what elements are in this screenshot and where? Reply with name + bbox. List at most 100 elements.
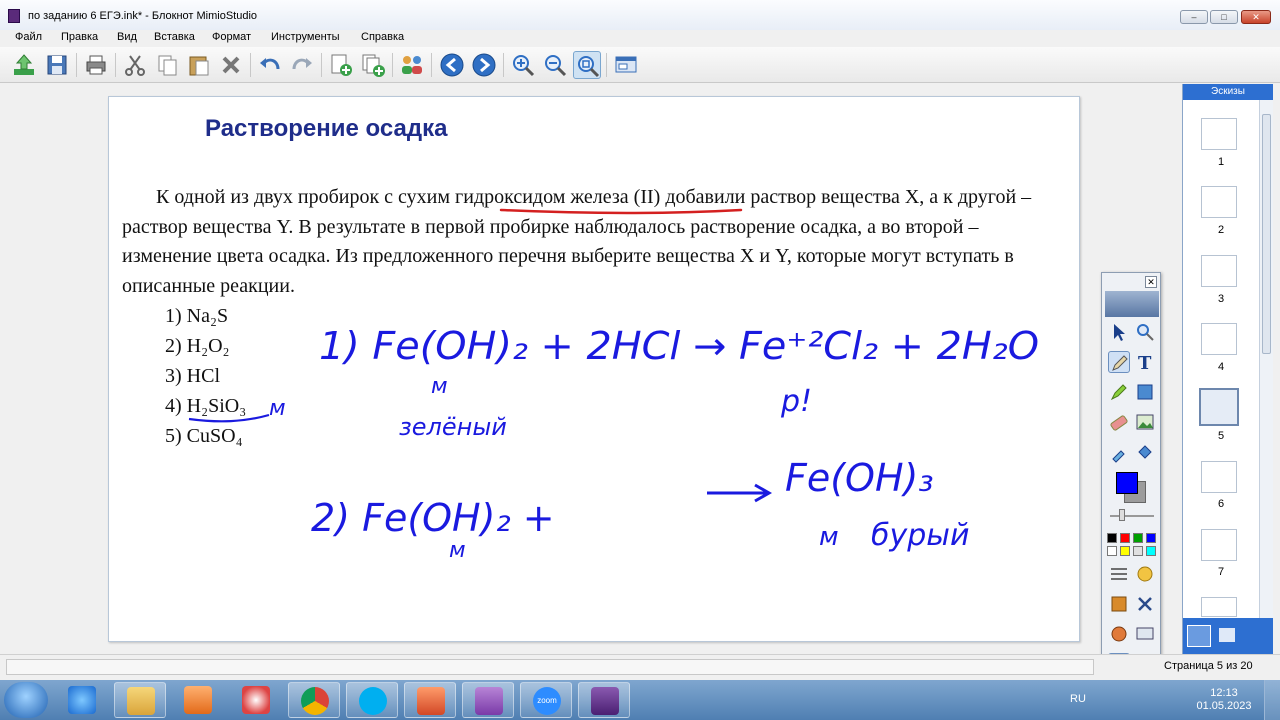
- text-icon[interactable]: T: [1134, 351, 1156, 374]
- new-page-icon[interactable]: [327, 51, 355, 79]
- image-icon[interactable]: [1134, 411, 1156, 433]
- clock[interactable]: 12:13 01.05.2023: [1196, 687, 1252, 713]
- color-yellow[interactable]: [1120, 546, 1130, 556]
- thumbnail-3[interactable]: [1201, 255, 1237, 287]
- thumbnails-footer: [1183, 618, 1273, 654]
- media-player-icon[interactable]: [172, 682, 224, 718]
- option-3: 3) HCl: [165, 365, 220, 387]
- menu-insert[interactable]: Вставка: [154, 31, 195, 43]
- onenote-icon[interactable]: [462, 682, 514, 718]
- copy-icon[interactable]: [153, 51, 181, 79]
- zoom-fit-icon[interactable]: [573, 51, 601, 79]
- ccleaner-icon[interactable]: [230, 682, 282, 718]
- thumbnail-num: 1: [1217, 156, 1225, 168]
- primary-color-swatch[interactable]: [1116, 472, 1138, 494]
- select-icon[interactable]: [1108, 321, 1130, 343]
- menu-format[interactable]: Формат: [212, 31, 251, 43]
- eyedropper-icon[interactable]: [1108, 441, 1130, 463]
- zoom-in-icon[interactable]: [509, 51, 537, 79]
- window-title: по заданию 6 ЕГЭ.ink* - Блокнот MimioStu…: [28, 10, 258, 22]
- palette-close-icon[interactable]: ✕: [1145, 276, 1157, 288]
- highlighter-icon[interactable]: [1108, 381, 1130, 403]
- menu-help[interactable]: Справка: [361, 31, 404, 43]
- shape-icon[interactable]: [1134, 381, 1156, 403]
- status-bar: Страница 5 из 20: [0, 654, 1280, 680]
- color-red[interactable]: [1120, 533, 1130, 543]
- menu-bar: Файл Правка Вид Вставка Формат Инструмен…: [0, 30, 1280, 46]
- delete-icon[interactable]: [217, 51, 245, 79]
- menu-tools[interactable]: Инструменты: [271, 31, 340, 43]
- option-1: 1) Na₂S: [165, 305, 229, 327]
- color-grey[interactable]: [1133, 546, 1143, 556]
- minimize-button[interactable]: –: [1180, 10, 1208, 24]
- palette-banner: [1105, 291, 1159, 317]
- thumbnail-1[interactable]: [1201, 118, 1237, 150]
- line-style-icon[interactable]: [1108, 563, 1130, 585]
- thumbnail-7[interactable]: [1201, 529, 1237, 561]
- maximize-button[interactable]: □: [1210, 10, 1238, 24]
- explorer-icon[interactable]: [114, 682, 166, 718]
- recorder-icon[interactable]: [1108, 623, 1130, 645]
- thumbnail-num: 7: [1217, 566, 1225, 578]
- thumbnail-2[interactable]: [1201, 186, 1237, 218]
- color-white[interactable]: [1107, 546, 1117, 556]
- equation-1: 1) Fe(OH)₂ + 2HCl → Fe⁺²Cl₂ + 2H₂O: [319, 324, 1039, 368]
- color-blue[interactable]: [1146, 533, 1156, 543]
- language-indicator[interactable]: RU: [1070, 693, 1086, 705]
- color-green[interactable]: [1133, 533, 1143, 543]
- zoom-icon[interactable]: zoom: [520, 682, 572, 718]
- paste-icon[interactable]: [185, 51, 213, 79]
- spotlight-icon[interactable]: [1134, 563, 1156, 585]
- chrome-icon[interactable]: [288, 682, 340, 718]
- forward-icon[interactable]: [470, 51, 498, 79]
- tools-icon[interactable]: [1134, 593, 1156, 615]
- thumbnail-5-selected[interactable]: [1199, 388, 1239, 426]
- thumbnails-scrollbar[interactable]: [1259, 100, 1273, 618]
- redo-icon[interactable]: [288, 51, 316, 79]
- cut-icon[interactable]: [121, 51, 149, 79]
- thumbnail-8[interactable]: [1201, 597, 1237, 617]
- thumbnails-view-icon[interactable]: [1187, 625, 1211, 647]
- folder-icon[interactable]: [1219, 628, 1235, 642]
- skype-icon[interactable]: [346, 682, 398, 718]
- fill-icon[interactable]: [1134, 441, 1156, 463]
- pen-icon[interactable]: [1108, 351, 1130, 373]
- color-cyan[interactable]: [1146, 546, 1156, 556]
- reveal-icon[interactable]: [1108, 593, 1130, 615]
- thumbnail-num: 5: [1217, 430, 1225, 442]
- import-icon[interactable]: [10, 51, 38, 79]
- thumbnail-num: 3: [1217, 293, 1225, 305]
- eraser-icon[interactable]: [1108, 411, 1130, 433]
- slide-canvas[interactable]: Растворение осадка К одной из двух проби…: [108, 96, 1080, 642]
- save-icon[interactable]: [43, 51, 71, 79]
- slide-heading: Растворение осадка: [205, 115, 448, 142]
- back-icon[interactable]: [438, 51, 466, 79]
- undo-icon[interactable]: [256, 51, 284, 79]
- thumbnail-4[interactable]: [1201, 323, 1237, 355]
- thickness-slider[interactable]: [1119, 509, 1125, 521]
- powerpoint-icon[interactable]: [404, 682, 456, 718]
- start-button[interactable]: [4, 682, 48, 718]
- mimio-icon[interactable]: [578, 682, 630, 718]
- screen-icon[interactable]: [612, 51, 640, 79]
- print-icon[interactable]: [82, 51, 110, 79]
- eq2-arrow: [707, 483, 773, 503]
- ie-icon[interactable]: [56, 682, 108, 718]
- duplicate-page-icon[interactable]: [359, 51, 387, 79]
- color-black[interactable]: [1107, 533, 1117, 543]
- zoom-icon[interactable]: [1134, 321, 1156, 343]
- app-icon: [8, 9, 20, 23]
- screen-capture-icon[interactable]: [1134, 623, 1156, 645]
- menu-edit[interactable]: Правка: [61, 31, 98, 43]
- thumbnail-6[interactable]: [1201, 461, 1237, 493]
- eq1-note-m: м: [431, 374, 448, 399]
- users-icon[interactable]: [398, 51, 426, 79]
- zoom-out-icon[interactable]: [541, 51, 569, 79]
- show-desktop-button[interactable]: [1264, 680, 1280, 720]
- thumbnails-header: Эскизы: [1183, 84, 1273, 100]
- menu-view[interactable]: Вид: [117, 31, 137, 43]
- eq2-note-brown: бурый: [871, 518, 969, 553]
- menu-file[interactable]: Файл: [15, 31, 42, 43]
- tools-palette: ✕ T: [1101, 272, 1161, 680]
- close-button[interactable]: ✕: [1241, 10, 1271, 24]
